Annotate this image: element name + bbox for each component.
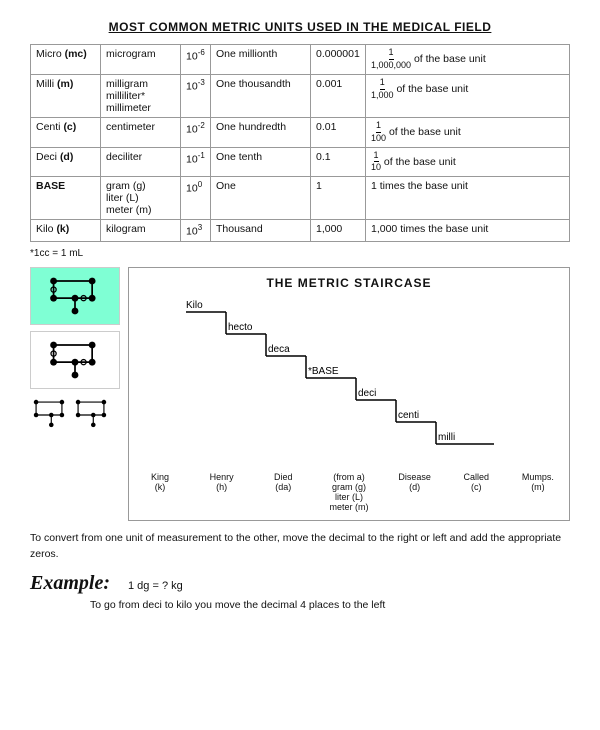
fraction-cell: 1 times the base unit bbox=[366, 177, 570, 220]
description-cell: One tenth bbox=[211, 147, 311, 177]
description-cell: One thousandth bbox=[211, 74, 311, 117]
page-title: MOST COMMON METRIC UNITS USED IN THE MED… bbox=[30, 20, 570, 34]
unit-cell: deciliter bbox=[101, 147, 181, 177]
fraction-cell: 11,000,000 of the base unit bbox=[366, 45, 570, 75]
bottom-label-henry: Henry(h) bbox=[201, 472, 243, 512]
power-cell: 10-1 bbox=[181, 147, 211, 177]
staircase-section: THE METRIC STAIRCASE Kilo hecto deca *BA… bbox=[30, 267, 570, 521]
description-cell: Thousand bbox=[211, 220, 311, 242]
circuit-icon-1 bbox=[45, 271, 105, 321]
decimal-cell: 0.01 bbox=[311, 117, 366, 147]
icons-column bbox=[30, 267, 120, 438]
bottom-label-died: Died(da) bbox=[262, 472, 304, 512]
fraction-cell: 11,000 of the base unit bbox=[366, 74, 570, 117]
fraction-cell: 1,000 times the base unit bbox=[366, 220, 570, 242]
unit-cell: centimeter bbox=[101, 117, 181, 147]
unit-cell: kilogram bbox=[101, 220, 181, 242]
icon-box-4 bbox=[72, 395, 110, 438]
bottom-label-mumps: Mumps.(m) bbox=[517, 472, 559, 512]
cc-note: *1cc = 1 mL bbox=[30, 248, 570, 259]
prefix-label: Micro (mc) bbox=[36, 48, 87, 60]
description-cell: One bbox=[211, 177, 311, 220]
decimal-cell: 0.000001 bbox=[311, 45, 366, 75]
svg-text:hecto: hecto bbox=[228, 322, 253, 333]
description-cell: One hundredth bbox=[211, 117, 311, 147]
metric-table: Micro (mc) microgram10-6One millionth0.00… bbox=[30, 44, 570, 242]
circuit-icon-3 bbox=[30, 395, 68, 435]
svg-text:centi: centi bbox=[398, 410, 419, 421]
example-label: Example: bbox=[30, 572, 110, 595]
power-cell: 100 bbox=[181, 177, 211, 220]
staircase-svg: Kilo hecto deca *BASE deci centi milli bbox=[137, 294, 561, 469]
example-problem: 1 dg = ? kg bbox=[128, 580, 183, 592]
icon-box-3 bbox=[30, 395, 68, 438]
decimal-cell: 0.001 bbox=[311, 74, 366, 117]
fraction-cell: 1100 of the base unit bbox=[366, 117, 570, 147]
circuit-icon-4 bbox=[72, 395, 110, 435]
prefix-label: Deci (d) bbox=[36, 151, 73, 163]
icon-box-1 bbox=[30, 267, 120, 325]
example-description: To go from deci to kilo you move the dec… bbox=[90, 599, 570, 611]
example-section: Example: 1 dg = ? kg To go from deci to … bbox=[30, 572, 570, 611]
decimal-cell: 0.1 bbox=[311, 147, 366, 177]
description-cell: One millionth bbox=[211, 45, 311, 75]
staircase-diagram: THE METRIC STAIRCASE Kilo hecto deca *BA… bbox=[128, 267, 570, 521]
prefix-label: BASE bbox=[36, 180, 65, 192]
bottom-label-called: Called(c) bbox=[455, 472, 497, 512]
prefix-label: Kilo (k) bbox=[36, 223, 69, 235]
icon-box-2 bbox=[30, 331, 120, 389]
bottom-label-disease: Disease(d) bbox=[394, 472, 436, 512]
prefix-label: Centi (c) bbox=[36, 121, 76, 133]
circuit-icon-2 bbox=[45, 335, 105, 385]
decimal-cell: 1 bbox=[311, 177, 366, 220]
svg-text:deca: deca bbox=[268, 344, 290, 355]
fraction-cell: 110 of the base unit bbox=[366, 147, 570, 177]
bottom-label-froma: (from a)gram (g)liter (L)meter (m) bbox=[324, 472, 374, 512]
power-cell: 10-2 bbox=[181, 117, 211, 147]
decimal-cell: 1,000 bbox=[311, 220, 366, 242]
svg-text:milli: milli bbox=[438, 432, 455, 443]
staircase-title: THE METRIC STAIRCASE bbox=[137, 276, 561, 290]
unit-cell: gram (g) liter (L) meter (m) bbox=[101, 177, 181, 220]
svg-text:deci: deci bbox=[358, 388, 376, 399]
bottom-label-king: King(k) bbox=[139, 472, 181, 512]
convert-note: To convert from one unit of measurement … bbox=[30, 531, 570, 563]
unit-cell: microgram bbox=[101, 45, 181, 75]
svg-text:Kilo: Kilo bbox=[186, 300, 203, 311]
unit-cell: milligram milliliter* millimeter bbox=[101, 74, 181, 117]
prefix-label: Milli (m) bbox=[36, 78, 73, 90]
power-cell: 10-3 bbox=[181, 74, 211, 117]
svg-text:*BASE: *BASE bbox=[308, 366, 339, 377]
power-cell: 10-6 bbox=[181, 45, 211, 75]
power-cell: 103 bbox=[181, 220, 211, 242]
